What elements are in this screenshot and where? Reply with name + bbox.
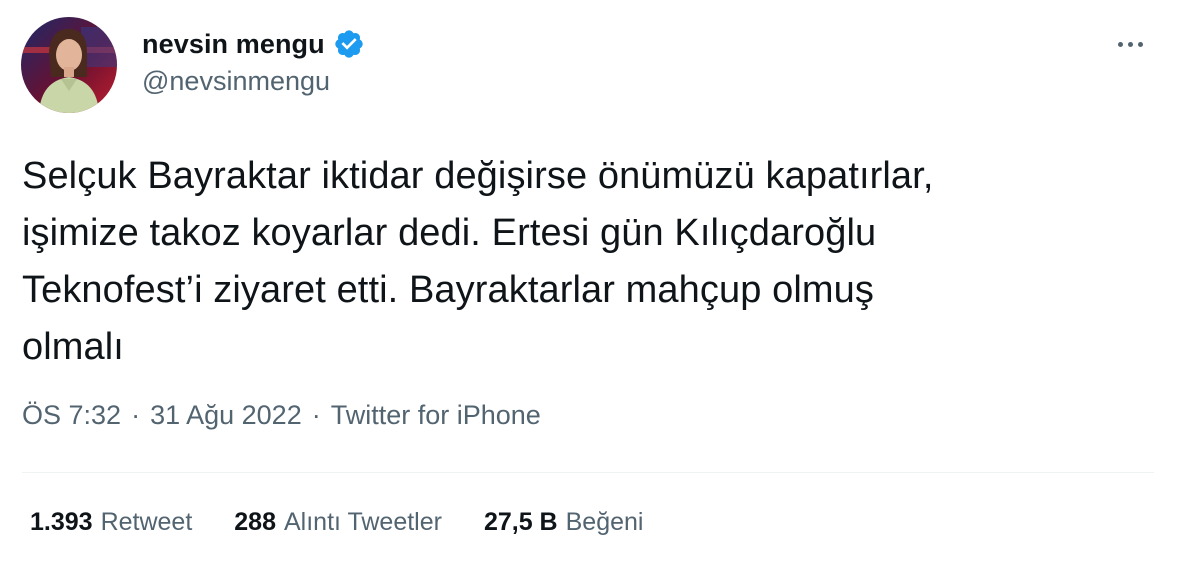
author-handle[interactable]: @nevsinmengu [142,66,330,97]
tweet-source[interactable]: Twitter for iPhone [331,400,541,431]
tweet-meta: ÖS 7:32 · 31 Ağu 2022 · Twitter for iPho… [22,400,541,431]
quotes-label: Alıntı Tweetler [284,508,442,536]
quotes-stat[interactable]: 288 Alıntı Tweetler [234,508,442,537]
retweets-label: Retweet [100,508,193,536]
meta-separator: · [311,400,321,430]
tweet-time[interactable]: ÖS 7:32 [22,400,121,431]
tweet-card: nevsin mengu @nevsinmengu Selçuk Bayrakt… [0,0,1186,574]
quotes-count: 288 [234,508,276,536]
more-dot [1127,41,1133,47]
avatar-image [21,17,117,113]
tweet-date[interactable]: 31 Ağu 2022 [150,400,302,431]
likes-label: Beğeni [565,508,644,536]
retweets-stat[interactable]: 1.393 Retweet [30,508,192,537]
author-display-name[interactable]: nevsin mengu [142,29,325,60]
likes-stat[interactable]: 27,5 B Beğeni [484,508,644,537]
more-dot [1117,41,1123,47]
likes-count: 27,5 B [483,508,558,536]
divider [22,472,1154,473]
avatar[interactable] [21,17,117,113]
more-options-icon[interactable] [1108,26,1152,62]
more-dot [1137,41,1143,47]
author-name-row: nevsin mengu [142,26,365,62]
verified-badge-icon [333,28,365,60]
retweets-count: 1.393 [30,508,93,536]
tweet-stats: 1.393 Retweet 288 Alıntı Tweetler 27,5 B Be… [30,508,685,537]
meta-separator: · [131,400,141,430]
tweet-text: Selçuk Bayraktar iktidar değişirse önümü… [22,155,934,368]
